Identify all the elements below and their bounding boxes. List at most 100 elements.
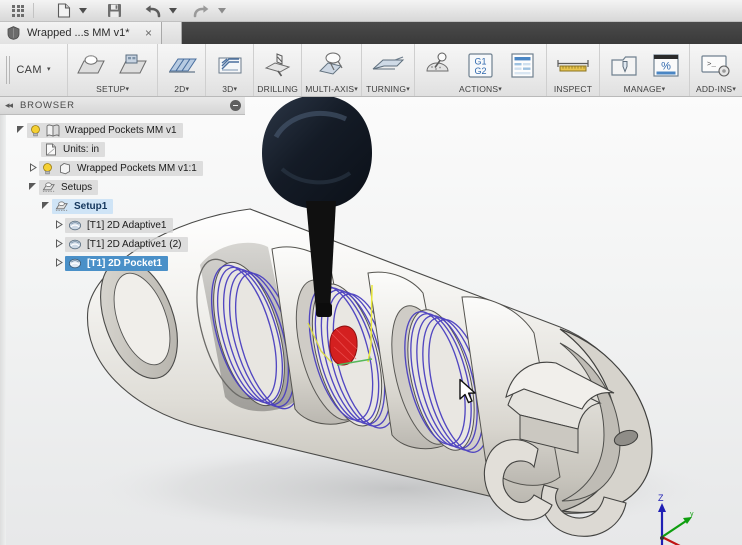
tree-row-setups[interactable]: Setups	[0, 178, 245, 197]
tool-library-button[interactable]	[603, 48, 644, 82]
expander-collapsed-icon[interactable]	[26, 163, 39, 174]
measure-button[interactable]	[550, 48, 596, 82]
ribbon-panel-3d: 3D▾	[206, 44, 255, 96]
tree-label: Setup1	[74, 201, 108, 212]
post-process-button[interactable]: G1 G2	[460, 48, 501, 82]
tree-row-document[interactable]: Wrapped Pockets MM v1	[0, 121, 245, 140]
tree-chip[interactable]: [T1] 2D Adaptive1	[65, 218, 173, 233]
save-button[interactable]	[103, 1, 126, 21]
document-icon	[46, 124, 60, 137]
tree-row-operation-selected[interactable]: [T1] 2D Pocket1	[0, 254, 245, 273]
workspace-switcher[interactable]: CAM ▾	[0, 44, 69, 96]
panel-label-drilling: DRILLING	[257, 84, 299, 94]
undo-dropdown[interactable]	[165, 1, 181, 21]
close-icon[interactable]: ×	[142, 26, 155, 40]
document-tab[interactable]: Wrapped ...s MM v1* ×	[0, 22, 162, 44]
setup-folder-button[interactable]	[113, 48, 154, 82]
setup-icon	[55, 201, 68, 211]
svg-text:>_: >_	[707, 61, 717, 69]
ribbon-panel-turning: TURNING▾	[362, 44, 415, 96]
new-folder-icon	[119, 54, 148, 73]
workspace-label: CAM	[16, 64, 42, 76]
save-icon	[108, 4, 121, 17]
lightbulb-icon[interactable]	[42, 162, 53, 175]
multi-axis-button[interactable]	[309, 48, 355, 82]
expander-expanded-icon[interactable]	[26, 182, 39, 193]
tree-label: Wrapped Pockets MM v1:1	[77, 163, 197, 174]
document-tab-label: Wrapped ...s MM v1*	[27, 27, 130, 39]
tree-chip[interactable]: [T1] 2D Adaptive1 (2)	[65, 237, 188, 252]
grid-icon	[12, 4, 24, 17]
toolpath-2d-button[interactable]	[161, 48, 202, 82]
simulate-joystick-icon	[425, 52, 449, 72]
drilling-button[interactable]	[257, 48, 298, 82]
tree-label: [T1] 2D Adaptive1	[87, 220, 167, 231]
selected-pocket-highlight[interactable]	[329, 325, 358, 366]
ribbon-panel-2d: 2D▾	[158, 44, 207, 96]
browser-tree[interactable]: Wrapped Pockets MM v1 Units: in Wrapped …	[0, 115, 245, 273]
file-button[interactable]	[53, 1, 75, 21]
setup-new-button[interactable]	[71, 48, 112, 82]
panel-label-3d: 3D▾	[222, 84, 238, 94]
tree-row-operation[interactable]: [T1] 2D Adaptive1 (2)	[0, 235, 245, 254]
svg-text:y: y	[690, 511, 694, 518]
toolpath-3d-button[interactable]	[209, 48, 250, 82]
scripts-addins-button[interactable]: >_	[693, 48, 739, 82]
turning-icon	[372, 56, 405, 70]
setup-sheet-button[interactable]	[502, 48, 543, 82]
percent-icon: %	[652, 53, 679, 77]
lightbulb-icon[interactable]	[30, 124, 41, 137]
expander-collapsed-icon[interactable]	[52, 239, 65, 250]
tree-chip[interactable]: Wrapped Pockets MM v1:1	[39, 161, 203, 176]
units-doc-icon	[46, 143, 56, 156]
redo-button[interactable]	[189, 1, 214, 21]
redo-dropdown[interactable]	[214, 1, 230, 21]
expander-expanded-icon[interactable]	[39, 201, 52, 212]
turning-button[interactable]	[365, 48, 411, 82]
expander-collapsed-icon[interactable]	[52, 220, 65, 231]
browser-header: ◂◂ BROWSER	[0, 97, 245, 115]
ribbon-panel-drilling: DRILLING	[254, 44, 303, 96]
ruler-icon	[557, 60, 589, 72]
expander-expanded-icon[interactable]	[14, 125, 27, 136]
tree-chip-selected[interactable]: [T1] 2D Pocket1	[65, 256, 169, 271]
tree-chip-selected[interactable]: Setup1	[52, 199, 114, 214]
console-gear-icon: >_	[701, 54, 730, 77]
fusion-logo-icon	[7, 26, 20, 40]
tree-chip[interactable]: Setups	[39, 180, 99, 195]
collapse-panel-icon[interactable]: ◂◂	[5, 100, 13, 111]
expander-collapsed-icon[interactable]	[52, 258, 65, 269]
file-dropdown[interactable]	[75, 1, 91, 21]
tree-row-operation[interactable]: [T1] 2D Adaptive1	[0, 216, 245, 235]
tool-library-icon	[610, 55, 637, 76]
component-icon	[60, 163, 70, 175]
3d-toolpath-icon	[218, 57, 242, 74]
ribbon-panel-manage: % MANAGE▾	[600, 44, 690, 96]
tree-chip[interactable]: Units: in	[41, 142, 106, 157]
panel-label-actions: ACTIONS▾	[459, 84, 502, 94]
setup-folder-icon	[77, 54, 106, 73]
tree-label: [T1] 2D Adaptive1 (2)	[87, 239, 182, 250]
g1-g2-icon: G1 G2	[468, 52, 493, 78]
ribbon-panel-add-ins: >_ ADD-INS▾	[690, 44, 742, 96]
panel-label-2d: 2D▾	[174, 84, 190, 94]
machining-time-button[interactable]: %	[645, 48, 686, 82]
minimize-circle-icon[interactable]	[230, 100, 241, 111]
svg-text:G1: G1	[474, 56, 486, 66]
app-grid-button[interactable]	[8, 1, 28, 21]
tree-row-setup1[interactable]: Setup1	[0, 197, 245, 216]
tree-chip[interactable]: Wrapped Pockets MM v1	[27, 123, 183, 138]
new-tab-button[interactable]	[162, 22, 182, 44]
mouse-pointer-icon	[459, 378, 476, 404]
operation-icon	[68, 258, 82, 269]
multi-axis-icon	[318, 52, 343, 75]
tree-row-units[interactable]: Units: in	[0, 140, 245, 159]
tree-label: [T1] 2D Pocket1	[87, 258, 163, 269]
undo-button[interactable]	[140, 1, 165, 21]
tree-row-component[interactable]: Wrapped Pockets MM v1:1	[0, 159, 245, 178]
simulate-button[interactable]	[418, 48, 459, 82]
toolbar-divider	[33, 3, 34, 18]
svg-text:%: %	[661, 60, 671, 72]
undo-arrow-icon	[145, 4, 161, 17]
ribbon-panel-inspect: INSPECT	[547, 44, 600, 96]
